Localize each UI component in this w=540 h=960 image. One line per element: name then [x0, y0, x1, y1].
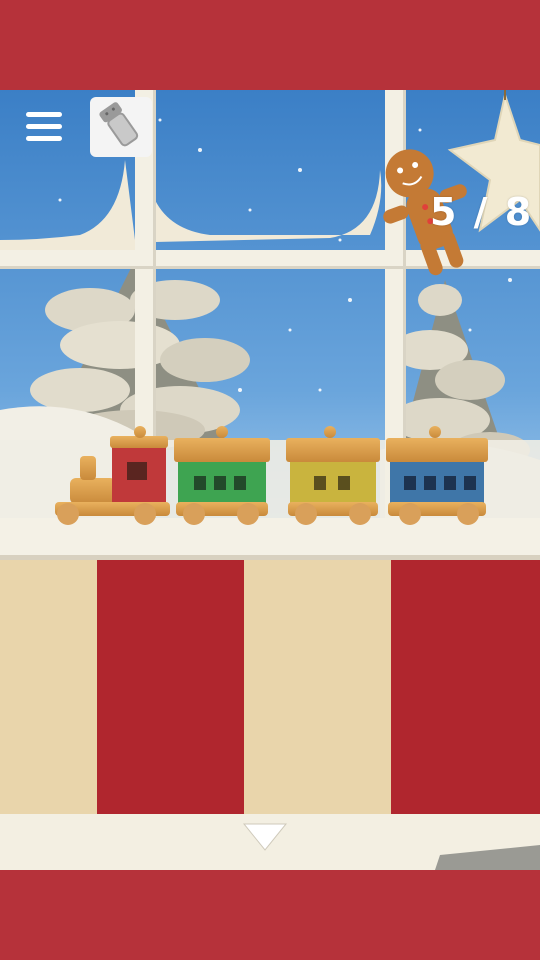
striped-wallpaper — [0, 560, 540, 816]
window-shelf — [0, 518, 540, 560]
top-bar — [0, 0, 540, 90]
gingerbread-counter: 5 / 8 — [430, 190, 534, 234]
bottom-bar — [0, 870, 540, 960]
train-car-blue[interactable] — [386, 426, 488, 525]
back-down-button[interactable] — [232, 812, 298, 860]
salt-shaker-icon — [99, 102, 139, 147]
inventory-item-slot[interactable] — [90, 97, 152, 157]
train-car-green[interactable] — [174, 426, 270, 525]
down-arrow-icon — [242, 823, 288, 851]
train-car-yellow[interactable] — [286, 426, 380, 525]
menu-button[interactable] — [22, 104, 68, 150]
